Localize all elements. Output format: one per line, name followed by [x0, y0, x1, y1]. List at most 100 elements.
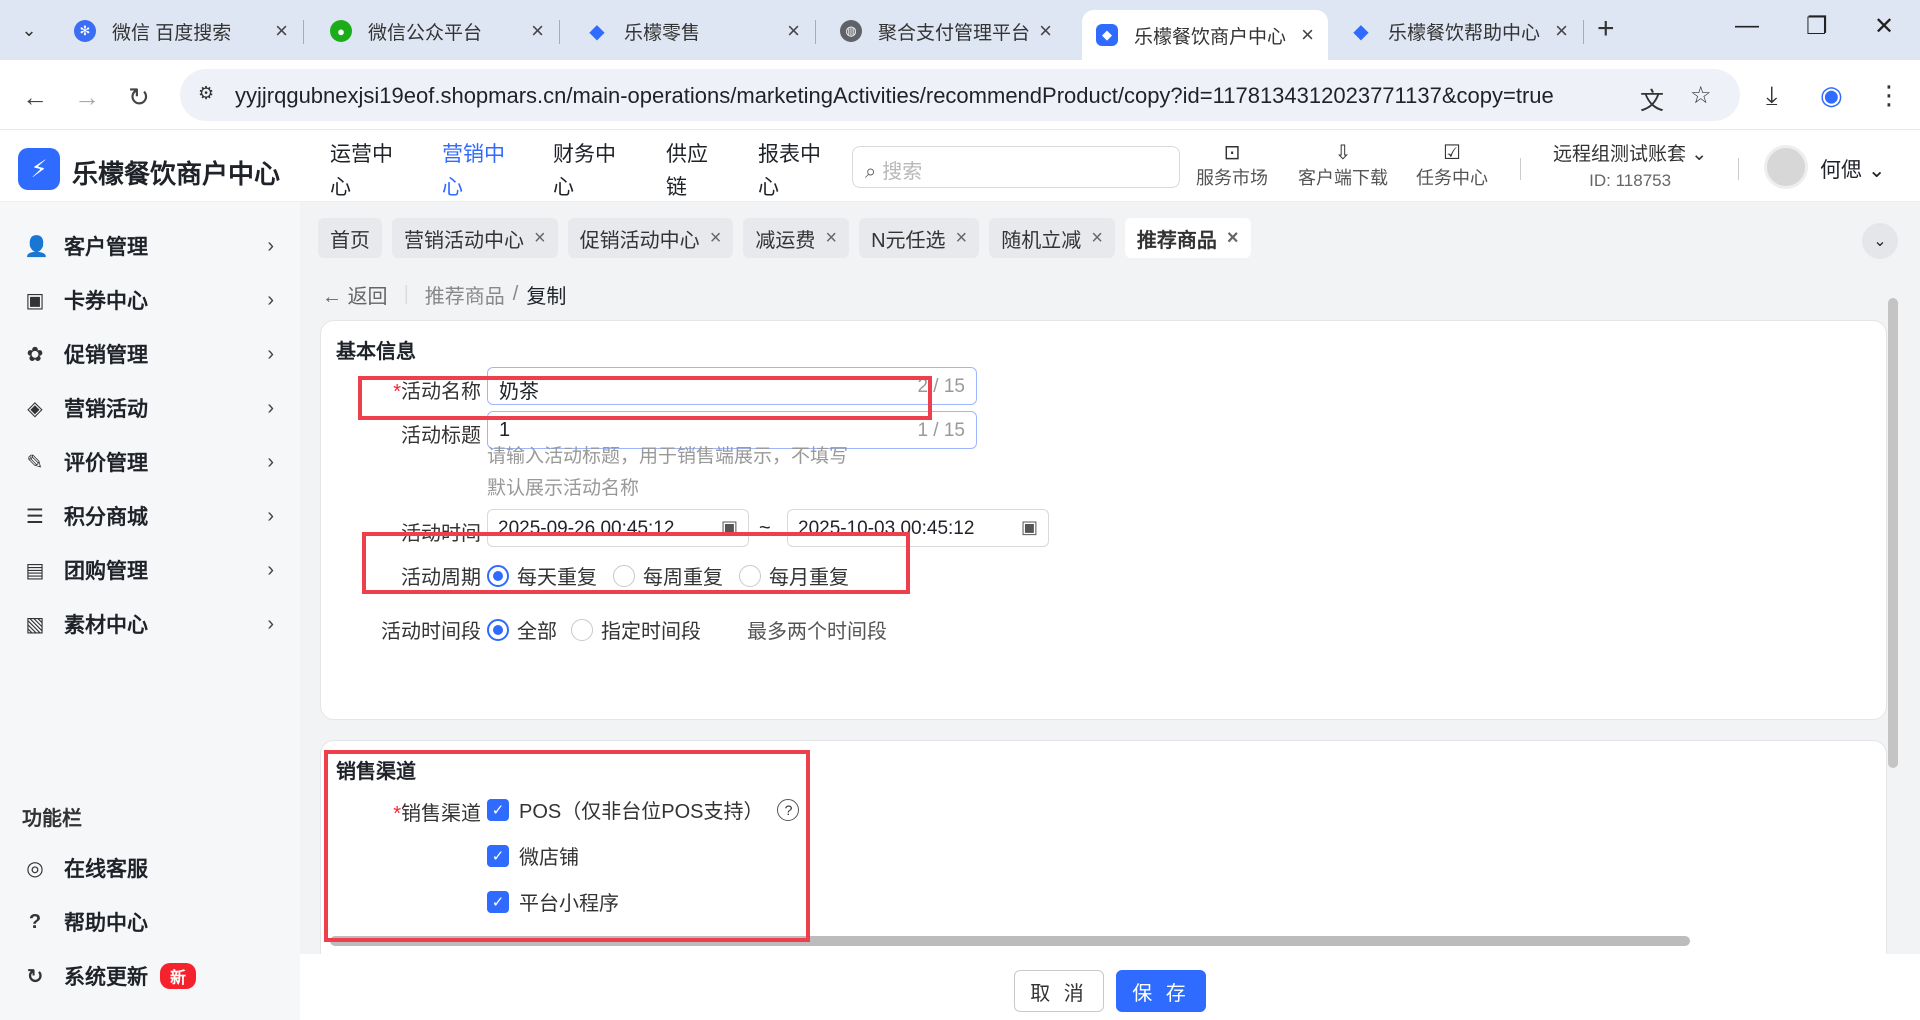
tag-promo-center[interactable]: 促销活动中心 ×: [567, 218, 734, 258]
tab-search-button[interactable]: ⌄: [8, 10, 50, 50]
restore-icon[interactable]: ❐: [1806, 12, 1828, 41]
chevron-right-icon: ›: [267, 450, 274, 473]
briefcase-icon: ⊡: [1223, 142, 1241, 164]
new-badge: 新: [160, 963, 197, 989]
translate-icon[interactable]: 文: [1640, 81, 1664, 116]
star-icon[interactable]: ☆: [1690, 81, 1712, 110]
vertical-scrollbar[interactable]: [1888, 298, 1898, 768]
account-switcher[interactable]: 远程组测试账套 ⌄ ID: 118753: [1553, 142, 1707, 194]
task-center-button[interactable]: ☑ 任务中心: [1416, 142, 1488, 190]
site-info-icon[interactable]: ⚙: [198, 83, 214, 104]
sidebar-item-customers[interactable]: 👤 客户管理 ›: [24, 226, 274, 266]
close-icon[interactable]: ×: [1301, 22, 1314, 48]
highlight-box: [324, 750, 810, 942]
nav-finance[interactable]: 财务中心: [553, 138, 623, 204]
close-icon[interactable]: ×: [534, 227, 546, 250]
browser-tab[interactable]: ◍ 聚合支付管理平台 ×: [826, 10, 1066, 52]
close-icon[interactable]: ×: [956, 227, 968, 250]
close-icon[interactable]: ×: [1091, 227, 1103, 250]
system-update[interactable]: ↻ 系统更新新: [24, 956, 274, 996]
nav-reports[interactable]: 报表中心: [758, 138, 828, 204]
sidebar-item-coupons[interactable]: ▣ 卡券中心 ›: [24, 280, 274, 320]
app-header: ⚡ 乐檬餐饮商户中心 运营中心 营销中心 财务中心 供应链 报表中心 ⌕ 搜索 ⊡…: [0, 130, 1920, 202]
chevron-right-icon: ›: [267, 612, 274, 635]
chevron-right-icon: ›: [267, 342, 274, 365]
globe-icon: ◍: [840, 20, 862, 42]
close-icon[interactable]: ×: [1555, 18, 1568, 44]
profile-icon[interactable]: ◉: [1820, 80, 1843, 111]
tag-recommend[interactable]: 推荐商品 ×: [1124, 218, 1251, 258]
url-text[interactable]: yyjjrqgubnexjsi19eof.shopmars.cn/main-op…: [235, 83, 1554, 109]
avatar[interactable]: [1764, 145, 1808, 189]
online-support[interactable]: ◎ 在线客服: [24, 848, 274, 888]
sidebar-item-marketing[interactable]: ◈ 营销活动 ›: [24, 388, 274, 428]
close-icon[interactable]: ×: [1227, 227, 1239, 250]
search-icon: ⌕: [865, 161, 877, 183]
sidebar-item-groupbuy[interactable]: ▤ 团购管理 ›: [24, 550, 274, 590]
tag-dropdown-icon[interactable]: ⌄: [1862, 223, 1898, 259]
section-title: 基本信息: [336, 341, 416, 363]
user-menu[interactable]: 何偲 ⌄: [1820, 154, 1885, 184]
minimize-icon[interactable]: —: [1735, 12, 1759, 40]
download-icon[interactable]: ⤓: [1766, 80, 1778, 112]
tag-marketing-center[interactable]: 营销活动中心 ×: [392, 218, 558, 258]
chevron-right-icon: ›: [267, 234, 274, 257]
sidebar-item-points-mall[interactable]: ☰ 积分商城 ›: [24, 496, 274, 536]
chevron-right-icon: ›: [267, 558, 274, 581]
chevron-down-icon: ⌄: [1691, 144, 1708, 165]
edit-icon: ✎: [26, 451, 44, 474]
back-icon[interactable]: ←: [22, 82, 48, 113]
back-link[interactable]: ← 返回: [322, 280, 388, 309]
client-download-button[interactable]: ⇩ 客户端下载: [1298, 142, 1388, 190]
browser-tab[interactable]: ● 微信公众平台 ×: [316, 10, 560, 52]
reload-icon[interactable]: ↻: [128, 82, 150, 113]
address-bar[interactable]: ⚙ yyjjrqgubnexjsi19eof.shopmars.cn/main-…: [180, 69, 1740, 121]
tag-shipping[interactable]: 减运费 ×: [743, 218, 850, 258]
close-icon[interactable]: ×: [825, 227, 837, 250]
sidebar-item-reviews[interactable]: ✎ 评价管理 ›: [24, 442, 274, 482]
gift-icon: ▤: [25, 559, 45, 582]
save-button[interactable]: 保 存: [1116, 970, 1206, 1012]
coins-icon: ☰: [26, 505, 44, 528]
nav-supply[interactable]: 供应链: [666, 138, 736, 204]
chevron-right-icon: ›: [267, 288, 274, 311]
main-content: 首页 营销活动中心 × 促销活动中心 × 减运费 × N元任选 × 随机立减 × 推荐商品…: [300, 202, 1920, 1020]
help-center[interactable]: ? 帮助中心: [24, 902, 274, 942]
close-icon[interactable]: ×: [1039, 18, 1052, 44]
breadcrumb-parent[interactable]: 推荐商品: [425, 280, 505, 309]
chevron-down-icon: ⌄: [1867, 159, 1886, 182]
address-toolbar: ← → ↻ ⚙ yyjjrqgubnexjsi19eof.shopmars.cn…: [0, 60, 1920, 130]
arrow-left-icon: ←: [322, 286, 342, 308]
new-tab-button[interactable]: +: [1597, 12, 1615, 46]
cancel-button[interactable]: 取 消: [1014, 970, 1104, 1012]
period-note: 最多两个时间段: [747, 621, 887, 643]
browser-tab-active[interactable]: ◆ 乐檬餐饮商户中心 ×: [1082, 10, 1328, 60]
tag-random-discount[interactable]: 随机立减 ×: [989, 218, 1115, 258]
wechat-icon: ●: [330, 20, 352, 42]
service-market-button[interactable]: ⊡ 服务市场: [1196, 142, 1268, 190]
breadcrumb: ← 返回 | 推荐商品 / 复制: [322, 280, 566, 309]
tag-home[interactable]: 首页: [318, 218, 382, 258]
radio-specific-period[interactable]: 指定时间段: [571, 615, 701, 644]
browser-tab[interactable]: ◆ 乐檬餐饮帮助中心 ×: [1336, 10, 1584, 52]
nav-operations[interactable]: 运营中心: [330, 138, 400, 204]
tag-n-choice[interactable]: N元任选 ×: [859, 218, 980, 258]
menu-icon[interactable]: ⋮: [1876, 80, 1902, 111]
search-input[interactable]: ⌕ 搜索: [852, 146, 1180, 188]
window-close-icon[interactable]: ✕: [1874, 12, 1894, 41]
nav-marketing[interactable]: 营销中心: [442, 138, 512, 204]
tag-icon: ◈: [27, 397, 43, 420]
sidebar-item-promotions[interactable]: ✿ 促销管理 ›: [24, 334, 274, 374]
browser-tab[interactable]: ◆ 乐檬零售 ×: [572, 10, 816, 52]
radio-all-day[interactable]: 全部: [487, 615, 557, 644]
close-icon[interactable]: ×: [787, 18, 800, 44]
form-footer: 取 消 保 存: [300, 954, 1920, 1020]
close-icon[interactable]: ×: [710, 227, 722, 250]
close-icon[interactable]: ×: [531, 18, 544, 44]
calendar-icon: ▣: [1020, 517, 1038, 537]
forward-icon[interactable]: →: [74, 82, 100, 113]
close-icon[interactable]: ×: [275, 18, 288, 44]
user-icon: 👤: [24, 235, 49, 258]
sidebar-item-materials[interactable]: ▧ 素材中心 ›: [24, 604, 274, 644]
browser-tab[interactable]: ✻ 微信 百度搜索 ×: [60, 10, 304, 52]
